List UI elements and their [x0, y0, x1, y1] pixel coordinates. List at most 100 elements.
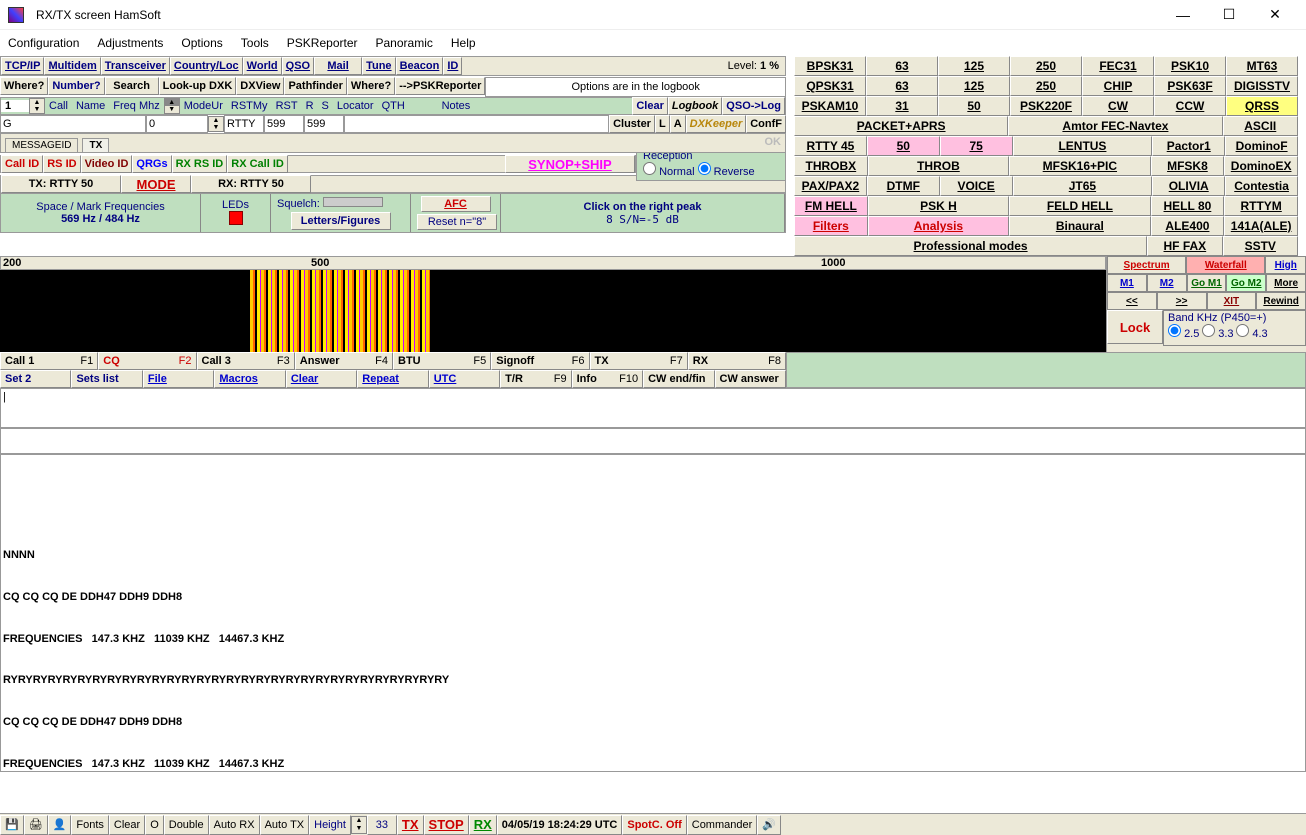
mode-rttym[interactable]: RTTYM — [1224, 196, 1298, 216]
rx-text-area[interactable]: NNNN CQ CQ CQ DE DDH47 DDH9 DDH8 FREQUEN… — [0, 454, 1306, 772]
mode-throbx[interactable]: THROBX — [794, 156, 868, 176]
clear-log-button[interactable]: Clear — [632, 97, 668, 115]
a-button[interactable]: A — [670, 115, 686, 133]
macro-call1[interactable]: Call 1F1 — [0, 352, 98, 370]
save-icon[interactable]: 💾 — [0, 815, 24, 835]
rx-button[interactable]: RX — [469, 815, 497, 835]
spectrum-tab[interactable]: Spectrum — [1107, 256, 1186, 274]
mode-sstv[interactable]: SSTV — [1223, 236, 1298, 256]
synop-button[interactable]: SYNOP+SHIP — [505, 155, 635, 173]
mode-mt63[interactable]: MT63 — [1226, 56, 1298, 76]
mode-mfsk16pic[interactable]: MFSK16+PIC — [1009, 156, 1150, 176]
mode-ascii[interactable]: ASCII — [1223, 116, 1298, 136]
o-button[interactable]: O — [145, 815, 164, 835]
mode-jt65[interactable]: JT65 — [1013, 176, 1153, 196]
scroll-left-button[interactable]: << — [1107, 292, 1157, 310]
hdr-rstmy[interactable]: RSTMy — [227, 100, 272, 112]
videoid-button[interactable]: Video ID — [81, 155, 133, 173]
mode-filters[interactable]: Filters — [794, 216, 868, 236]
letters-figures-button[interactable]: Letters/Figures — [291, 212, 391, 230]
number-button[interactable]: Number? — [48, 77, 104, 95]
mode-digisstv[interactable]: DIGISSTV — [1226, 76, 1298, 96]
freq-input[interactable] — [146, 115, 208, 133]
mode-mfsk8[interactable]: MFSK8 — [1151, 156, 1225, 176]
menu-adjustments[interactable]: Adjustments — [97, 36, 163, 50]
tab-messageid[interactable]: MESSAGEID — [5, 138, 78, 152]
menu-options[interactable]: Options — [181, 36, 222, 50]
dxkeeper-button[interactable]: DXKeeper — [686, 115, 747, 133]
maximize-button[interactable]: ☐ — [1206, 0, 1252, 30]
macro-rx[interactable]: RXF8 — [688, 352, 786, 370]
mode-olivia[interactable]: OLIVIA — [1152, 176, 1225, 196]
hdr-r[interactable]: R — [302, 100, 318, 112]
xit-button[interactable]: XIT — [1207, 292, 1257, 310]
waterfall-tab[interactable]: Waterfall — [1186, 256, 1265, 274]
mode-qrss[interactable]: QRSS — [1226, 96, 1298, 116]
band-25[interactable]: 2.5 — [1168, 328, 1199, 340]
minimize-button[interactable]: — — [1160, 0, 1206, 30]
mode-cw[interactable]: CW — [1082, 96, 1154, 116]
autorx-button[interactable]: Auto RX — [209, 815, 260, 835]
row-spinner[interactable]: ▲▼ — [29, 98, 45, 114]
double-button[interactable]: Double — [164, 815, 209, 835]
mode-dtmf[interactable]: DTMF — [867, 176, 940, 196]
mode-250[interactable]: 250 — [1010, 76, 1082, 96]
mail-button[interactable]: Mail — [314, 57, 362, 75]
mode-pskam10[interactable]: PSKAM10 — [794, 96, 866, 116]
countryloc-button[interactable]: Country/Loc — [170, 57, 243, 75]
fonts-button[interactable]: Fonts — [71, 815, 109, 835]
macro-answer[interactable]: AnswerF4 — [295, 352, 393, 370]
mode-ale400[interactable]: ALE400 — [1151, 216, 1225, 236]
mode-125[interactable]: 125 — [938, 56, 1010, 76]
macro-setslist[interactable]: Sets list — [71, 370, 142, 388]
dxview-button[interactable]: DXView — [236, 77, 284, 95]
gom2-button[interactable]: Go M2 — [1226, 274, 1266, 292]
mode-psk10[interactable]: PSK10 — [1154, 56, 1226, 76]
menu-panoramic[interactable]: Panoramic — [376, 36, 433, 50]
print-icon[interactable]: 🖨 — [24, 815, 48, 835]
clear-button[interactable]: Clear — [109, 815, 145, 835]
mode-packetaprs[interactable]: PACKET+APRS — [794, 116, 1008, 136]
mode-fec31[interactable]: FEC31 — [1082, 56, 1154, 76]
m1-button[interactable]: M1 — [1107, 274, 1147, 292]
qso-button[interactable]: QSO — [282, 57, 314, 75]
call-input[interactable] — [0, 115, 146, 133]
hdr-qth[interactable]: QTH — [378, 100, 438, 112]
beacon-button[interactable]: Beacon — [396, 57, 444, 75]
macro-macros[interactable]: Macros — [214, 370, 285, 388]
normal-radio[interactable]: Normal — [643, 166, 695, 178]
cluster-button[interactable]: Cluster — [609, 115, 655, 133]
hdr-s[interactable]: S — [318, 100, 333, 112]
afc-button[interactable]: AFC — [421, 196, 491, 212]
reset-button[interactable]: Reset n="8" — [417, 214, 497, 230]
mode-contestia[interactable]: Contestia — [1225, 176, 1298, 196]
lock-button[interactable]: Lock — [1107, 310, 1163, 344]
mode-throb[interactable]: THROB — [868, 156, 1009, 176]
tune-button[interactable]: Tune — [362, 57, 395, 75]
callid-button[interactable]: Call ID — [1, 155, 43, 173]
macro-call3[interactable]: Call 3F3 — [197, 352, 295, 370]
menu-pskreporter[interactable]: PSKReporter — [287, 36, 358, 50]
hdr-notes[interactable]: Notes — [438, 100, 488, 112]
mode-50[interactable]: 50 — [938, 96, 1010, 116]
mode-amtorfecnavtex[interactable]: Amtor FEC-Navtex — [1008, 116, 1222, 136]
freq-spinner[interactable]: ▲▼ — [208, 116, 224, 132]
mode-qpsk31[interactable]: QPSK31 — [794, 76, 866, 96]
qrgs-button[interactable]: QRGs — [132, 155, 171, 173]
transceiver-button[interactable]: Transceiver — [101, 57, 170, 75]
macro-cq[interactable]: CQF2 — [98, 352, 196, 370]
hdr-rst[interactable]: RST — [272, 100, 302, 112]
pskreporter-button[interactable]: -->PSKReporter — [395, 77, 485, 95]
id-button[interactable]: ID — [443, 57, 462, 75]
rxcallid-button[interactable]: RX Call ID — [227, 155, 288, 173]
where2-button[interactable]: Where? — [347, 77, 395, 95]
freq-sort[interactable]: ▲▼ — [164, 98, 180, 114]
mode-125[interactable]: 125 — [938, 76, 1010, 96]
mode-63[interactable]: 63 — [866, 56, 938, 76]
mode-50[interactable]: 50 — [867, 136, 940, 156]
mode-paxpax2[interactable]: PAX/PAX2 — [794, 176, 867, 196]
user-icon[interactable]: 👤 — [48, 815, 72, 835]
mode-ccw[interactable]: CCW — [1154, 96, 1226, 116]
mode-lentus[interactable]: LENTUS — [1013, 136, 1153, 156]
rewind-button[interactable]: Rewind — [1256, 292, 1306, 310]
